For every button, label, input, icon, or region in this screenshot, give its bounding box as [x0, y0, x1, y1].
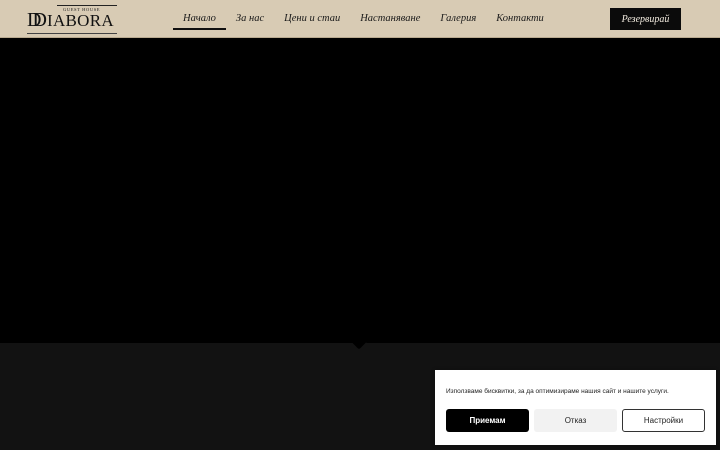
diabora-logo[interactable]: GUEST HOUSE DD IABORA [27, 4, 119, 34]
logo-monogram-d2: D [32, 9, 46, 31]
cookie-deny-button[interactable]: Отказ [534, 409, 617, 432]
nav-item-prices-rooms[interactable]: Цени и стаи [274, 0, 350, 38]
nav-item-gallery[interactable]: Галерия [430, 0, 486, 38]
logo-monogram: DD [27, 9, 47, 31]
nav-item-accommodation[interactable]: Настаняване [350, 0, 430, 38]
hero-section [0, 38, 720, 337]
section-divider-left [0, 337, 358, 343]
nav-item-home[interactable]: Начало [173, 0, 226, 38]
cookie-consent-banner: Използваме бисквитки, за да оптимизираме… [435, 370, 716, 445]
cookie-accept-button[interactable]: Приемам [446, 409, 529, 432]
section-divider-right [362, 337, 720, 343]
reserve-button[interactable]: Резервирай [610, 8, 681, 30]
site-header: GUEST HOUSE DD IABORA Начало За нас Цени… [0, 0, 720, 38]
cookie-message: Използваме бисквитки, за да оптимизираме… [446, 388, 669, 395]
cookie-settings-button[interactable]: Настройки [622, 409, 705, 432]
logo-wordmark: IABORA [47, 11, 114, 30]
nav-item-contacts[interactable]: Контакти [486, 0, 554, 38]
logo-underline [27, 33, 117, 34]
nav-item-about[interactable]: За нас [226, 0, 274, 38]
main-nav: Начало За нас Цени и стаи Настаняване Га… [173, 0, 554, 38]
logo-rule [57, 5, 117, 6]
